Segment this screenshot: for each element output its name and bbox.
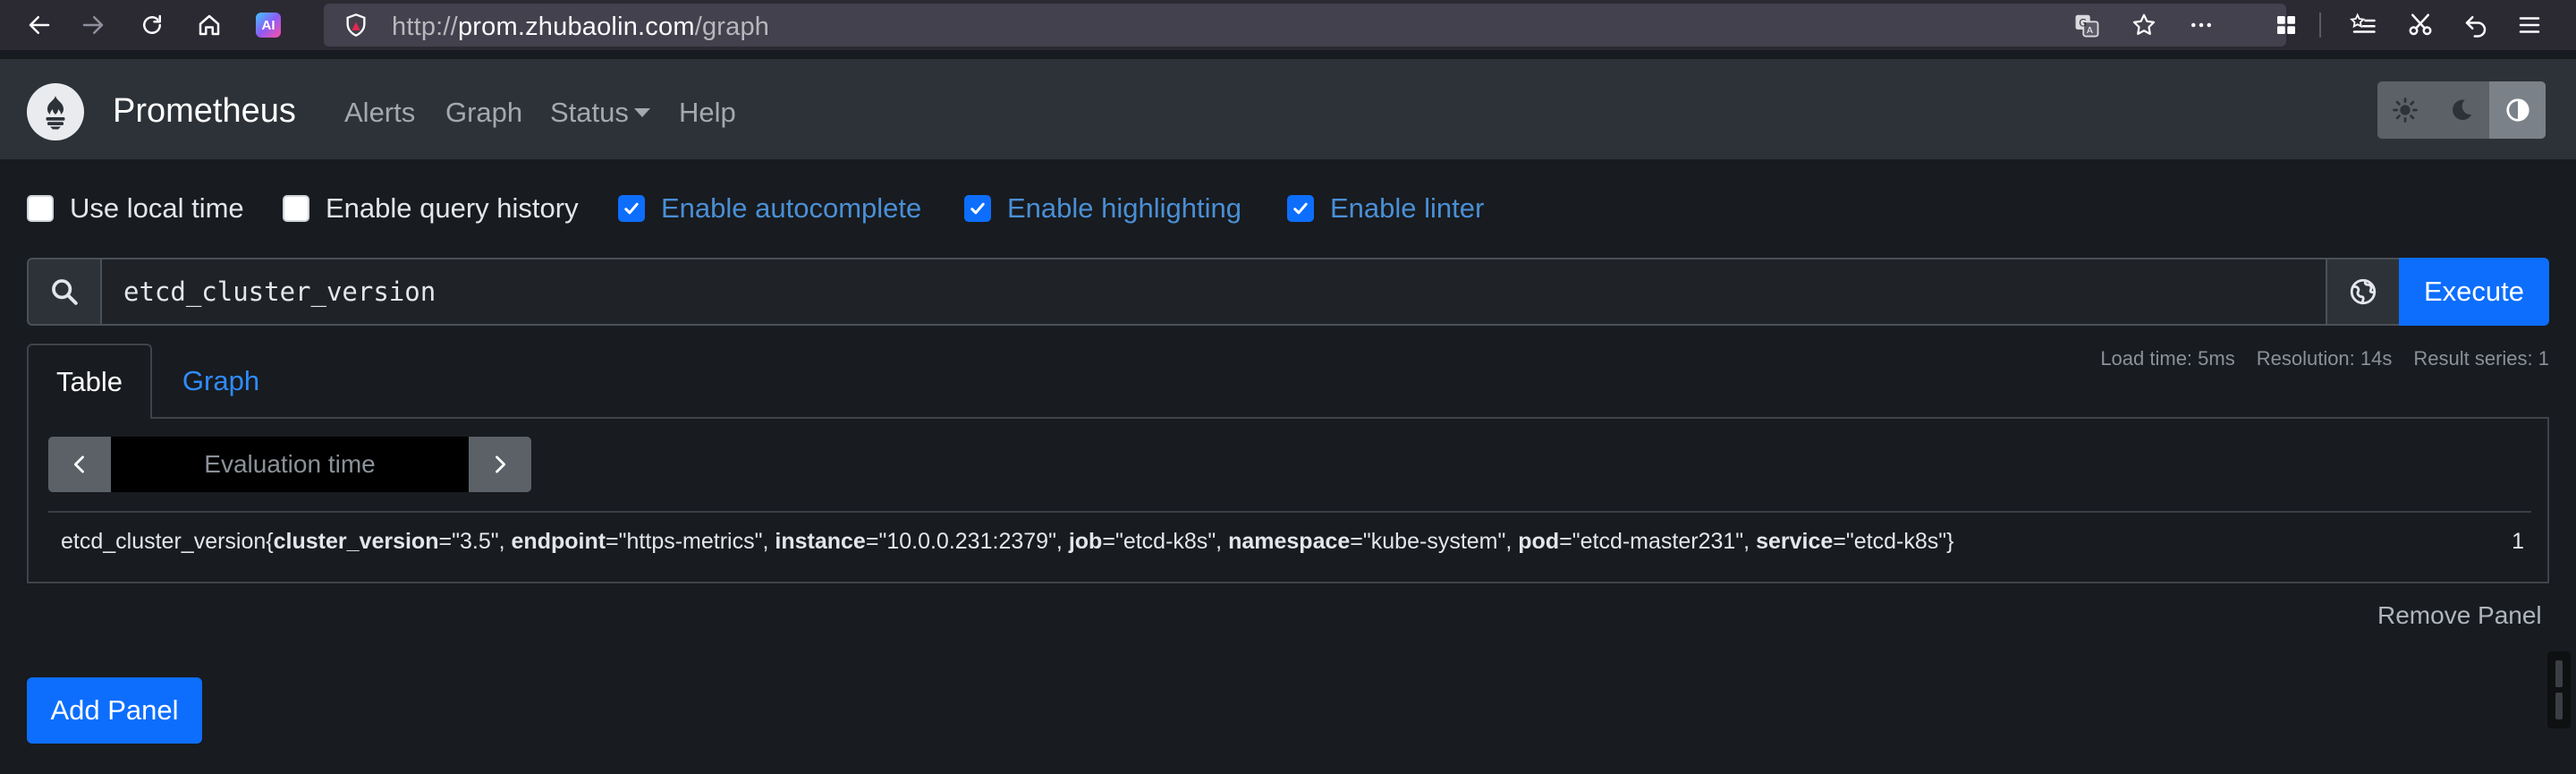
sun-icon [2393, 98, 2419, 123]
evaluation-time-input[interactable]: Evaluation time [111, 437, 469, 492]
checkbox-checked[interactable] [618, 195, 645, 222]
metrics-explorer-button[interactable] [2326, 258, 2401, 326]
label-value: https-metrics [626, 529, 755, 554]
reload-icon[interactable] [136, 9, 168, 41]
forward-icon[interactable] [77, 9, 109, 41]
check-icon [1293, 202, 1308, 215]
translate-icon[interactable]: GA [2073, 12, 2100, 38]
label-value: kube-system [1370, 529, 1498, 554]
auto-theme-button[interactable] [2489, 81, 2546, 139]
search-icon [27, 258, 102, 326]
query-row: etcd_cluster_version Execute [27, 258, 2549, 326]
label-key: service [1756, 529, 1834, 554]
query-expression-input[interactable]: etcd_cluster_version [100, 258, 2327, 326]
add-panel-button[interactable]: Add Panel [27, 677, 202, 744]
option-enable-highlighting[interactable]: Enable highlighting [964, 192, 1241, 225]
option-enable-query-history[interactable]: Enable query history [283, 192, 579, 225]
query-stats: Load time: 5ms Resolution: 14s Result se… [2100, 347, 2549, 370]
caret-down-icon [633, 107, 650, 117]
brand-title[interactable]: Prometheus [113, 92, 296, 131]
label-value: 10.0.0.231:2379 [886, 529, 1049, 554]
label-value: etcd-k8s [1123, 529, 1208, 554]
series-value: 1 [2512, 529, 2524, 554]
label-value: etcd-master231 [1580, 529, 1736, 554]
prometheus-navbar: Prometheus Alerts Graph Status Help [0, 59, 2576, 159]
moon-icon [2453, 99, 2472, 120]
label-key: job [1068, 529, 1103, 554]
svg-text:G: G [2079, 17, 2087, 29]
svg-text:A: A [2087, 26, 2093, 36]
evaluation-time-control: Evaluation time [48, 437, 531, 492]
scissors-icon[interactable] [2404, 9, 2436, 41]
nav-status-label: Status [550, 97, 629, 128]
back-icon[interactable] [23, 9, 55, 41]
light-theme-button[interactable] [2377, 81, 2434, 139]
option-label: Enable query history [326, 192, 579, 224]
option-label: Enable linter [1330, 192, 1485, 224]
option-enable-autocomplete[interactable]: Enable autocomplete [618, 192, 921, 225]
browser-toolbar: AI http://prom.zhubaolin.com/graph GA [0, 0, 2576, 50]
label-key: cluster_version [273, 529, 439, 554]
table-panel: Evaluation time etcd_cluster_version{clu… [27, 417, 2549, 583]
remove-panel-button[interactable]: Remove Panel [2377, 601, 2542, 630]
url-bar[interactable]: http://prom.zhubaolin.com/graph GA [324, 4, 2286, 47]
metric-name: etcd_cluster_version [61, 529, 267, 554]
globe-icon [2350, 278, 2377, 305]
option-label: Enable highlighting [1007, 192, 1241, 224]
tab-graph[interactable]: Graph [152, 344, 290, 419]
series-labels: etcd_cluster_version{cluster_version="3.… [61, 529, 1954, 554]
label-value: 3.5 [459, 529, 491, 554]
label-value: etcd-k8s [1853, 529, 1939, 554]
ai-badge: AI [256, 13, 281, 38]
undo-icon[interactable] [2460, 9, 2492, 41]
url-text[interactable]: http://prom.zhubaolin.com/graph [392, 13, 769, 42]
home-icon[interactable] [193, 9, 225, 41]
option-enable-linter[interactable]: Enable linter [1287, 192, 1484, 225]
ai-extension-icon[interactable]: AI [252, 9, 284, 41]
eval-next-button[interactable] [469, 437, 531, 492]
chevron-left-icon [73, 455, 84, 473]
option-use-local-time[interactable]: Use local time [27, 192, 244, 225]
checkbox[interactable] [283, 195, 309, 222]
label-key: instance [775, 529, 866, 554]
eval-previous-button[interactable] [48, 437, 111, 492]
resolution: Resolution: 14s [2256, 347, 2393, 370]
scroll-grip [2555, 693, 2563, 719]
theme-toggle-group [2377, 81, 2546, 139]
hamburger-menu-icon[interactable] [2513, 9, 2546, 41]
nav-graph[interactable]: Graph [445, 97, 522, 129]
scroll-handle[interactable] [2547, 651, 2571, 728]
label-key: namespace [1228, 529, 1351, 554]
checkbox[interactable] [27, 195, 54, 222]
nav-alerts[interactable]: Alerts [344, 97, 415, 129]
shield-icon[interactable] [343, 13, 369, 38]
load-time: Load time: 5ms [2100, 347, 2235, 370]
nav-help[interactable]: Help [679, 97, 736, 129]
toolbar-divider [2319, 13, 2321, 38]
tab-table[interactable]: Table [27, 344, 152, 419]
label-key: endpoint [511, 529, 606, 554]
check-icon [970, 202, 985, 215]
scroll-grip [2555, 660, 2563, 687]
option-label: Enable autocomplete [661, 192, 922, 224]
bookmarks-list-icon[interactable] [2347, 9, 2379, 41]
dark-theme-button[interactable] [2434, 81, 2490, 139]
nav-status-dropdown[interactable]: Status [550, 97, 650, 129]
apps-grid-icon[interactable] [2270, 9, 2302, 41]
result-series: Result series: 1 [2413, 347, 2549, 370]
prometheus-logo-icon[interactable] [27, 83, 84, 140]
label-key: pod [1518, 529, 1560, 554]
table-row: etcd_cluster_version{cluster_version="3.… [48, 511, 2531, 574]
checkbox-checked[interactable] [1287, 195, 1314, 222]
execute-button[interactable]: Execute [2399, 258, 2549, 326]
option-label: Use local time [70, 192, 244, 224]
chevron-right-icon [496, 455, 506, 473]
bookmark-star-icon[interactable] [2131, 12, 2157, 38]
checkbox-checked[interactable] [964, 195, 991, 222]
more-dots-icon[interactable] [2188, 12, 2215, 38]
contrast-icon [2506, 98, 2529, 122]
check-icon [624, 202, 639, 215]
